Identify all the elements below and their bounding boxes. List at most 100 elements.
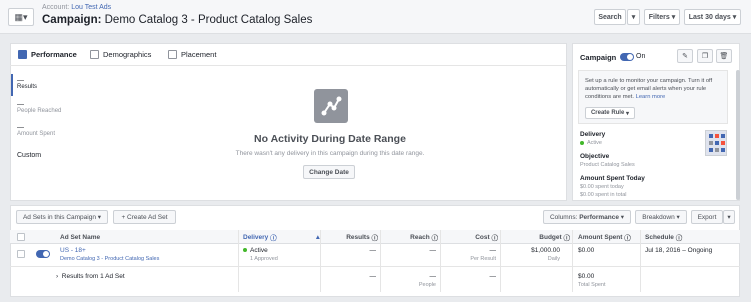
column-header-reach[interactable]: Reach ⓘ (380, 230, 438, 244)
header-label: Budget (539, 233, 562, 241)
column-header-delivery[interactable]: Delivery ⓘ ▲ (243, 230, 321, 244)
tab-label: Placement (181, 50, 217, 59)
view-switch-icon: ▦▾ (14, 11, 28, 22)
summary-reach: — (429, 273, 437, 280)
budget-value: $1,000.00 (531, 247, 560, 254)
column-header-amount-spent[interactable]: Amount Spent ⓘ (578, 230, 631, 244)
metric-amount-spent[interactable]: — Amount Spent (17, 124, 55, 137)
column-header-cost[interactable]: Cost ⓘ (440, 230, 498, 244)
delivery-label: Delivery (580, 131, 606, 138)
insights-panel (10, 43, 567, 201)
summary-results: — (369, 273, 377, 280)
header-label: Delivery (243, 233, 269, 241)
account-prefix: Account: (42, 4, 70, 11)
header-label: Reach (410, 233, 430, 241)
account-line: Account: Lou Test Ads (42, 4, 111, 11)
results-value: — (369, 247, 377, 254)
tab-placement[interactable]: Placement (168, 50, 216, 59)
campaign-toggle[interactable] (620, 53, 634, 61)
spent-today-value: $0.00 spent today (580, 184, 624, 190)
metric-people-reached[interactable]: — People Reached (17, 101, 61, 114)
cost-value: — (489, 247, 497, 254)
adset-toggle[interactable] (36, 250, 50, 258)
tab-demographics[interactable]: Demographics (90, 50, 151, 59)
cost-sub: Per Result (470, 256, 496, 262)
adset-campaign-link[interactable]: Demo Catalog 3 - Product Catalog Sales (60, 256, 159, 262)
duplicate-button[interactable]: ❐ (697, 49, 713, 63)
column-divider (238, 230, 239, 292)
chevron-down-icon: ▾ (727, 214, 731, 221)
spent-total-value: $0.00 spent in total (580, 192, 627, 198)
objective-label: Objective (580, 153, 610, 160)
delivery-status: Active (243, 247, 268, 254)
delivery-value: Active (580, 140, 602, 146)
filters-button[interactable]: Filters ▾ (644, 9, 680, 25)
row-checkbox[interactable] (17, 250, 25, 258)
chevron-right-icon: › (56, 273, 59, 280)
export-label: Export (697, 213, 717, 221)
delivery-status: Active (587, 140, 602, 146)
placement-icon (168, 50, 177, 59)
ad-preview-thumbnail[interactable] (705, 130, 727, 156)
metric-results[interactable]: — Results (17, 77, 37, 90)
column-divider (640, 230, 641, 292)
search-label: Search (598, 13, 622, 21)
search-dropdown-button[interactable]: ▾ (627, 9, 640, 25)
column-header-name[interactable]: Ad Set Name (60, 230, 100, 244)
metric-value: — (17, 101, 24, 108)
selected-metric-indicator (11, 74, 13, 96)
info-icon: ⓘ (371, 235, 379, 242)
select-all-checkbox[interactable] (17, 233, 25, 241)
trash-icon: 🗑 (719, 53, 729, 60)
columns-value: Performance (579, 213, 619, 221)
info-icon: ⓘ (270, 235, 277, 242)
info-icon: ⓘ (431, 235, 439, 242)
column-divider (320, 230, 321, 292)
metric-custom[interactable]: Custom (17, 152, 41, 159)
column-divider (572, 230, 573, 292)
summary-text: Results from 1 Ad Set (61, 273, 125, 280)
schedule-value: Jul 18, 2016 – Ongoing (645, 247, 713, 254)
learn-more-link[interactable]: Learn more (636, 94, 666, 100)
summary-spent-sub: Total Spent (578, 282, 606, 288)
edit-button[interactable]: ✎ (677, 49, 693, 63)
title-name: Demo Catalog 3 - Product Catalog Sales (104, 14, 313, 26)
account-menu-button[interactable]: ▦▾ (8, 8, 34, 26)
export-dropdown-button[interactable]: ▾ (723, 210, 735, 224)
title-type: Campaign: (42, 14, 102, 26)
change-date-label: Change Date (309, 168, 349, 176)
adsets-label: Ad Sets in this Campaign (22, 213, 96, 221)
filters-label: Filters (648, 13, 670, 21)
people-icon (90, 50, 99, 59)
create-rule-button[interactable]: Create Rule ▾ (585, 107, 635, 119)
search-button[interactable]: Search (594, 9, 626, 25)
spent-value: $0.00 (578, 247, 595, 254)
date-range-button[interactable]: Last 30 days ▾ (684, 9, 741, 25)
column-header-results[interactable]: Results ⓘ (320, 230, 378, 244)
top-bar: ▦▾ Account: Lou Test Ads Campaign: Demo … (0, 0, 751, 34)
rule-text: Set up a rule to monitor your campaign. … (585, 77, 725, 101)
empty-state-subtitle: There wasn't any delivery in this campai… (235, 150, 425, 157)
chevron-down-icon: ▾ (671, 14, 676, 21)
graph-icon (314, 89, 348, 123)
export-button[interactable]: Export (691, 210, 723, 224)
status-dot-icon (580, 140, 584, 145)
adsets-dropdown-button[interactable]: Ad Sets in this Campaign ▾ (16, 210, 108, 224)
create-adset-button[interactable]: + Create Ad Set (113, 210, 176, 224)
adset-name-link[interactable]: US - 18+ (60, 247, 86, 254)
change-date-button[interactable]: Change Date (303, 165, 355, 179)
columns-button[interactable]: Columns: Performance ▾ (543, 210, 631, 224)
duplicate-icon: ❐ (701, 53, 709, 60)
summary-spent: $0.00 (578, 273, 595, 280)
delete-button[interactable]: 🗑 (716, 49, 732, 63)
chevron-down-icon: ▾ (676, 214, 680, 221)
account-link[interactable]: Lou Test Ads (71, 4, 111, 11)
breakdown-button[interactable]: Breakdown ▾ (635, 210, 687, 224)
create-adset-label: + Create Ad Set (121, 213, 168, 221)
tab-performance[interactable]: Performance (18, 50, 77, 59)
sidebar-scrollbar[interactable] (736, 70, 740, 200)
tab-label: Performance (31, 50, 77, 59)
column-header-schedule[interactable]: Schedule ⓘ (645, 230, 682, 244)
create-rule-label: Create Rule (590, 110, 625, 116)
column-header-budget[interactable]: Budget ⓘ (500, 230, 570, 244)
